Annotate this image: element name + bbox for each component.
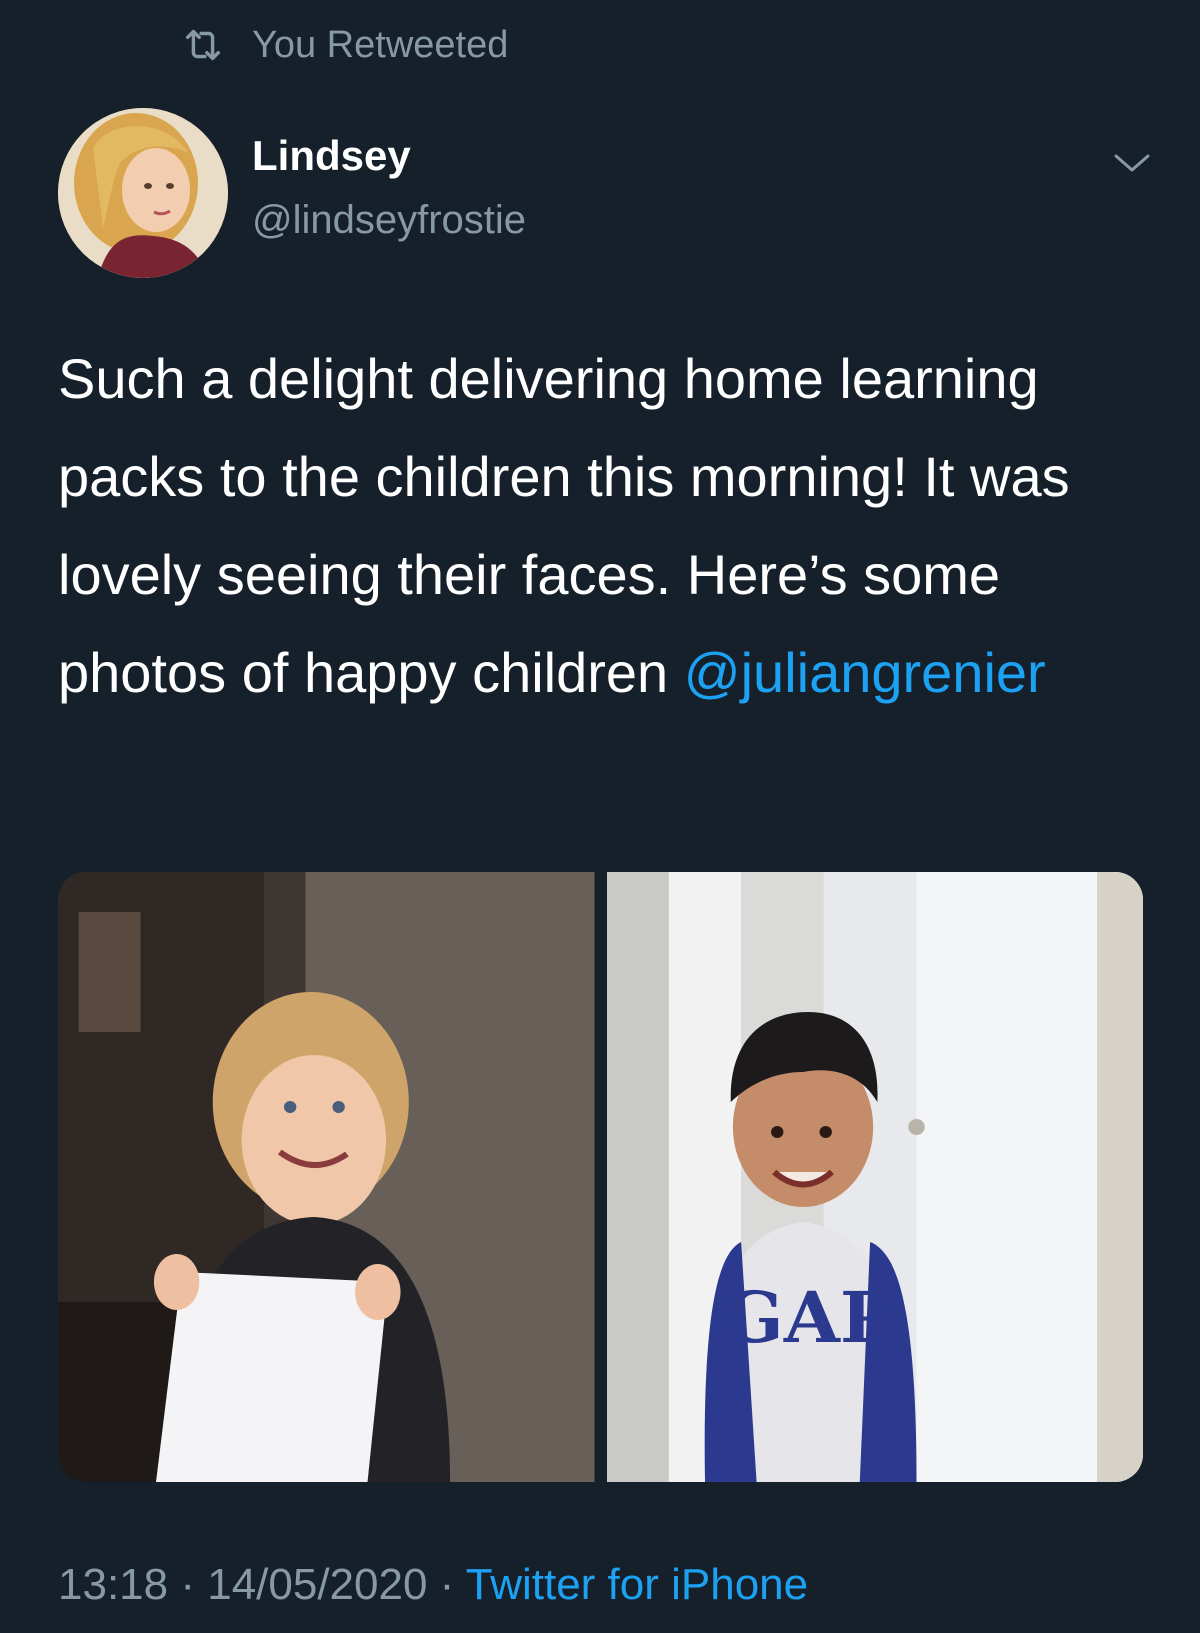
tweet-media: GAP: [58, 872, 1143, 1482]
retweet-indicator: You Retweeted: [180, 20, 508, 70]
tweet-client-link[interactable]: Twitter for iPhone: [466, 1560, 808, 1609]
chevron-down-icon[interactable]: [1110, 148, 1154, 178]
svg-text:GAP: GAP: [722, 1276, 894, 1359]
mention-link[interactable]: @juliangrenier: [684, 641, 1046, 704]
retweet-label: You Retweeted: [252, 23, 509, 66]
tweet-meta: 13:18 · 14/05/2020 · Twitter for iPhone: [58, 1560, 808, 1610]
avatar[interactable]: [58, 108, 228, 278]
retweet-icon: [185, 29, 221, 61]
photo-girl[interactable]: [58, 872, 595, 1482]
tweet-text: Such a delight delivering home learning …: [58, 330, 1148, 722]
author-handle[interactable]: @lindseyfrostie: [252, 198, 526, 243]
meta-separator: ·: [427, 1560, 466, 1609]
photo-boy[interactable]: GAP: [606, 872, 1143, 1482]
photo-girl-image: [58, 872, 595, 1482]
photo-boy-image: GAP: [606, 872, 1143, 1482]
avatar-image: [58, 108, 228, 278]
author-display-name[interactable]: Lindsey: [252, 132, 411, 180]
tweet-time: 13:18: [58, 1560, 169, 1609]
tweet-date: 14/05/2020: [207, 1560, 428, 1609]
meta-separator: ·: [168, 1560, 208, 1609]
